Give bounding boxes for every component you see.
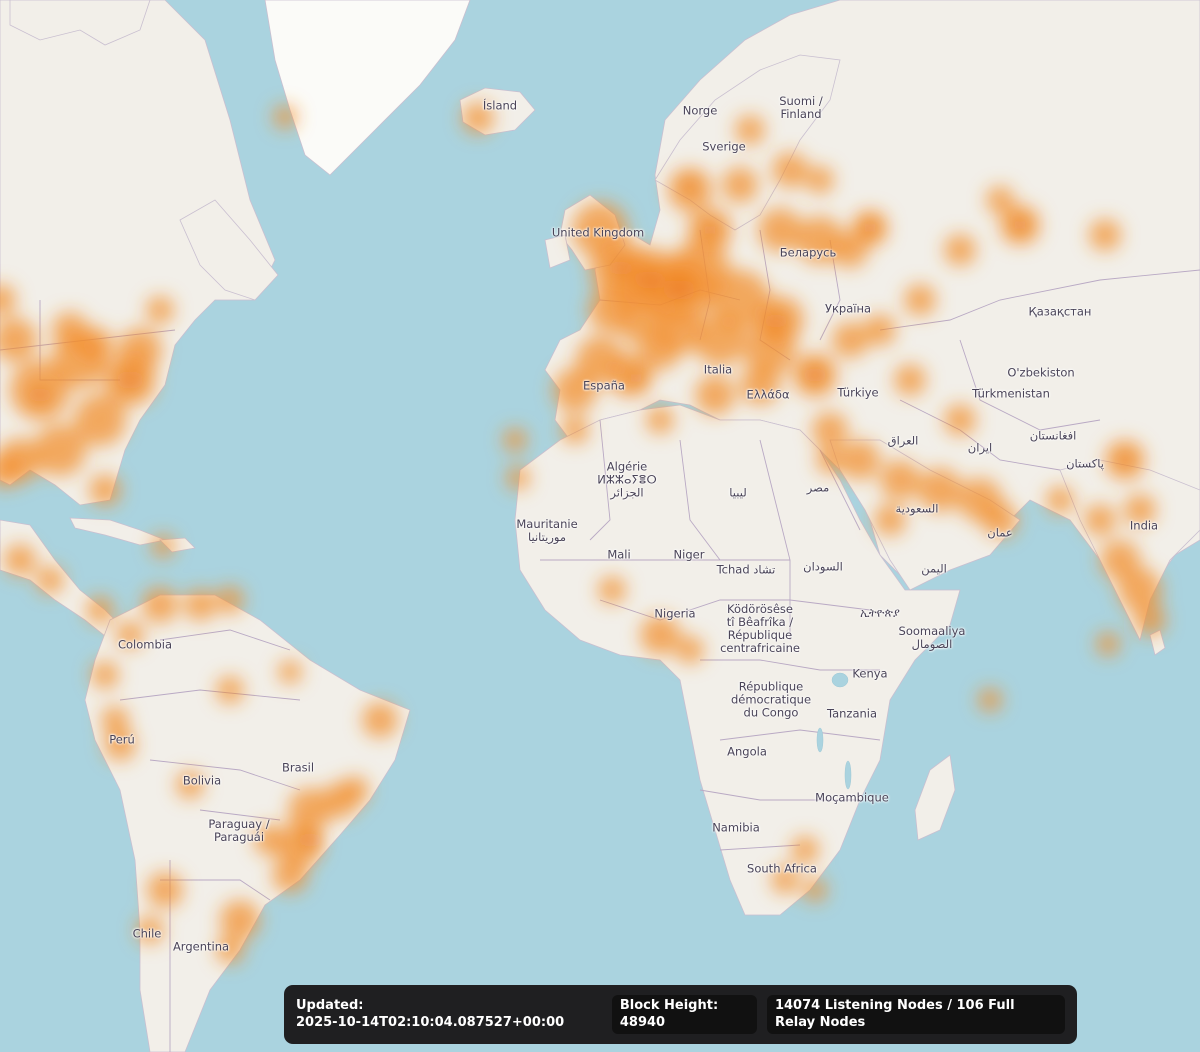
heat-blob [735, 115, 765, 145]
heat-blob [676, 636, 704, 664]
heat-hotspot [121, 371, 139, 389]
heat-hotspot [629, 371, 643, 385]
heat-blob [1124, 494, 1156, 526]
heat-blob [561, 416, 589, 444]
heat-blob [978, 688, 1002, 712]
heat-blob [880, 460, 920, 500]
heat-blob [832, 322, 868, 358]
map-canvas[interactable] [0, 0, 1200, 1052]
heat-blob [1084, 504, 1116, 536]
heat-blob [722, 167, 758, 203]
heat-blob [216, 936, 244, 964]
heat-blob [147, 872, 183, 908]
heat-blob [986, 186, 1014, 214]
heat-blob [944, 234, 976, 266]
nodes-count-text: 14074 Listening Nodes / 106 Full Relay N… [774, 998, 1015, 1030]
heat-blob [1096, 632, 1120, 656]
heat-blob [151, 534, 175, 558]
updated-stat: Updated: 2025-10-14T02:10:04.087527+00:0… [296, 995, 602, 1034]
heat-blob [91, 661, 119, 689]
heat-blob [136, 916, 164, 944]
heat-hotspot [863, 221, 877, 235]
heat-blob [758, 208, 802, 252]
heat-blob [176, 771, 204, 799]
heat-blob [646, 406, 674, 434]
heat-blob [640, 330, 680, 370]
heat-blob [812, 412, 848, 448]
heat-blob [840, 440, 880, 480]
block-height-stat: Block Height: 48940 [611, 995, 757, 1034]
heat-hotspot [612, 260, 628, 276]
heat-blob [772, 152, 808, 188]
heat-blob [1089, 219, 1121, 251]
heat-blob [36, 566, 64, 594]
heat-hotspot [1119, 454, 1131, 466]
heat-blob [553, 368, 597, 412]
heat-blob [874, 504, 906, 536]
updated-value: 2025-10-14T02:10:04.087527+00:00 [296, 1015, 565, 1030]
heat-hotspot [1013, 218, 1027, 232]
heat-blob [944, 404, 976, 436]
status-bar: Updated: 2025-10-14T02:10:04.087527+00:0… [284, 985, 1077, 1044]
block-height-label: Block Height: [619, 998, 719, 1013]
heat-hotspot [684, 179, 696, 191]
heat-blob [142, 587, 178, 623]
heat-blob [216, 586, 244, 614]
heat-blob [598, 576, 626, 604]
heat-blob [272, 857, 308, 893]
heat-blob [216, 676, 244, 704]
heat-blob [918, 468, 962, 512]
heat-blob [588, 288, 632, 332]
heat-blob [982, 502, 1018, 538]
heat-blob [101, 706, 129, 734]
heat-blob [104, 729, 136, 761]
heat-blob [1134, 604, 1166, 636]
heat-blob [118, 328, 162, 372]
heat-blob [341, 776, 369, 804]
heat-blob [806, 166, 834, 194]
heat-blob [146, 296, 174, 324]
heat-blob [894, 364, 926, 396]
heat-blob [462, 102, 494, 134]
heat-blob [771, 866, 799, 894]
heat-hotspot [807, 367, 823, 383]
world-map[interactable]: Ísland Norge Suomi / Finland Sverige United … [0, 0, 1200, 1052]
heat-blob [86, 596, 114, 624]
heat-blob [254, 824, 286, 856]
heat-blob [506, 466, 530, 490]
heat-blob [1046, 486, 1074, 514]
heat-hotspot [768, 313, 784, 329]
heat-blob [791, 836, 819, 864]
heat-blob [52, 312, 88, 348]
heat-blob [34, 424, 86, 476]
heat-hotspot [641, 271, 659, 289]
heat-hotspot [703, 223, 717, 237]
heat-blob [740, 365, 780, 405]
heat-hotspot [670, 280, 690, 300]
block-height-value: 48940 [619, 1015, 666, 1030]
heat-blob [362, 702, 398, 738]
heat-blob [273, 105, 297, 129]
heat-hotspot [32, 387, 48, 403]
heat-blob [4, 544, 36, 576]
heat-blob [278, 660, 302, 684]
heat-blob [220, 900, 260, 940]
heat-blob [803, 878, 827, 902]
heat-hotspot [302, 832, 318, 848]
heat-blob [116, 621, 144, 649]
heat-blob [864, 314, 896, 346]
heat-blob [640, 615, 680, 655]
heat-blob [89, 474, 121, 506]
heat-blob [904, 284, 936, 316]
nodes-stat: 14074 Listening Nodes / 106 Full Relay N… [766, 995, 1065, 1034]
heat-blob [184, 589, 216, 621]
heat-blob [503, 428, 527, 452]
heat-blob [695, 375, 735, 415]
heat-blob [816, 446, 844, 474]
updated-label: Updated: [296, 998, 364, 1013]
